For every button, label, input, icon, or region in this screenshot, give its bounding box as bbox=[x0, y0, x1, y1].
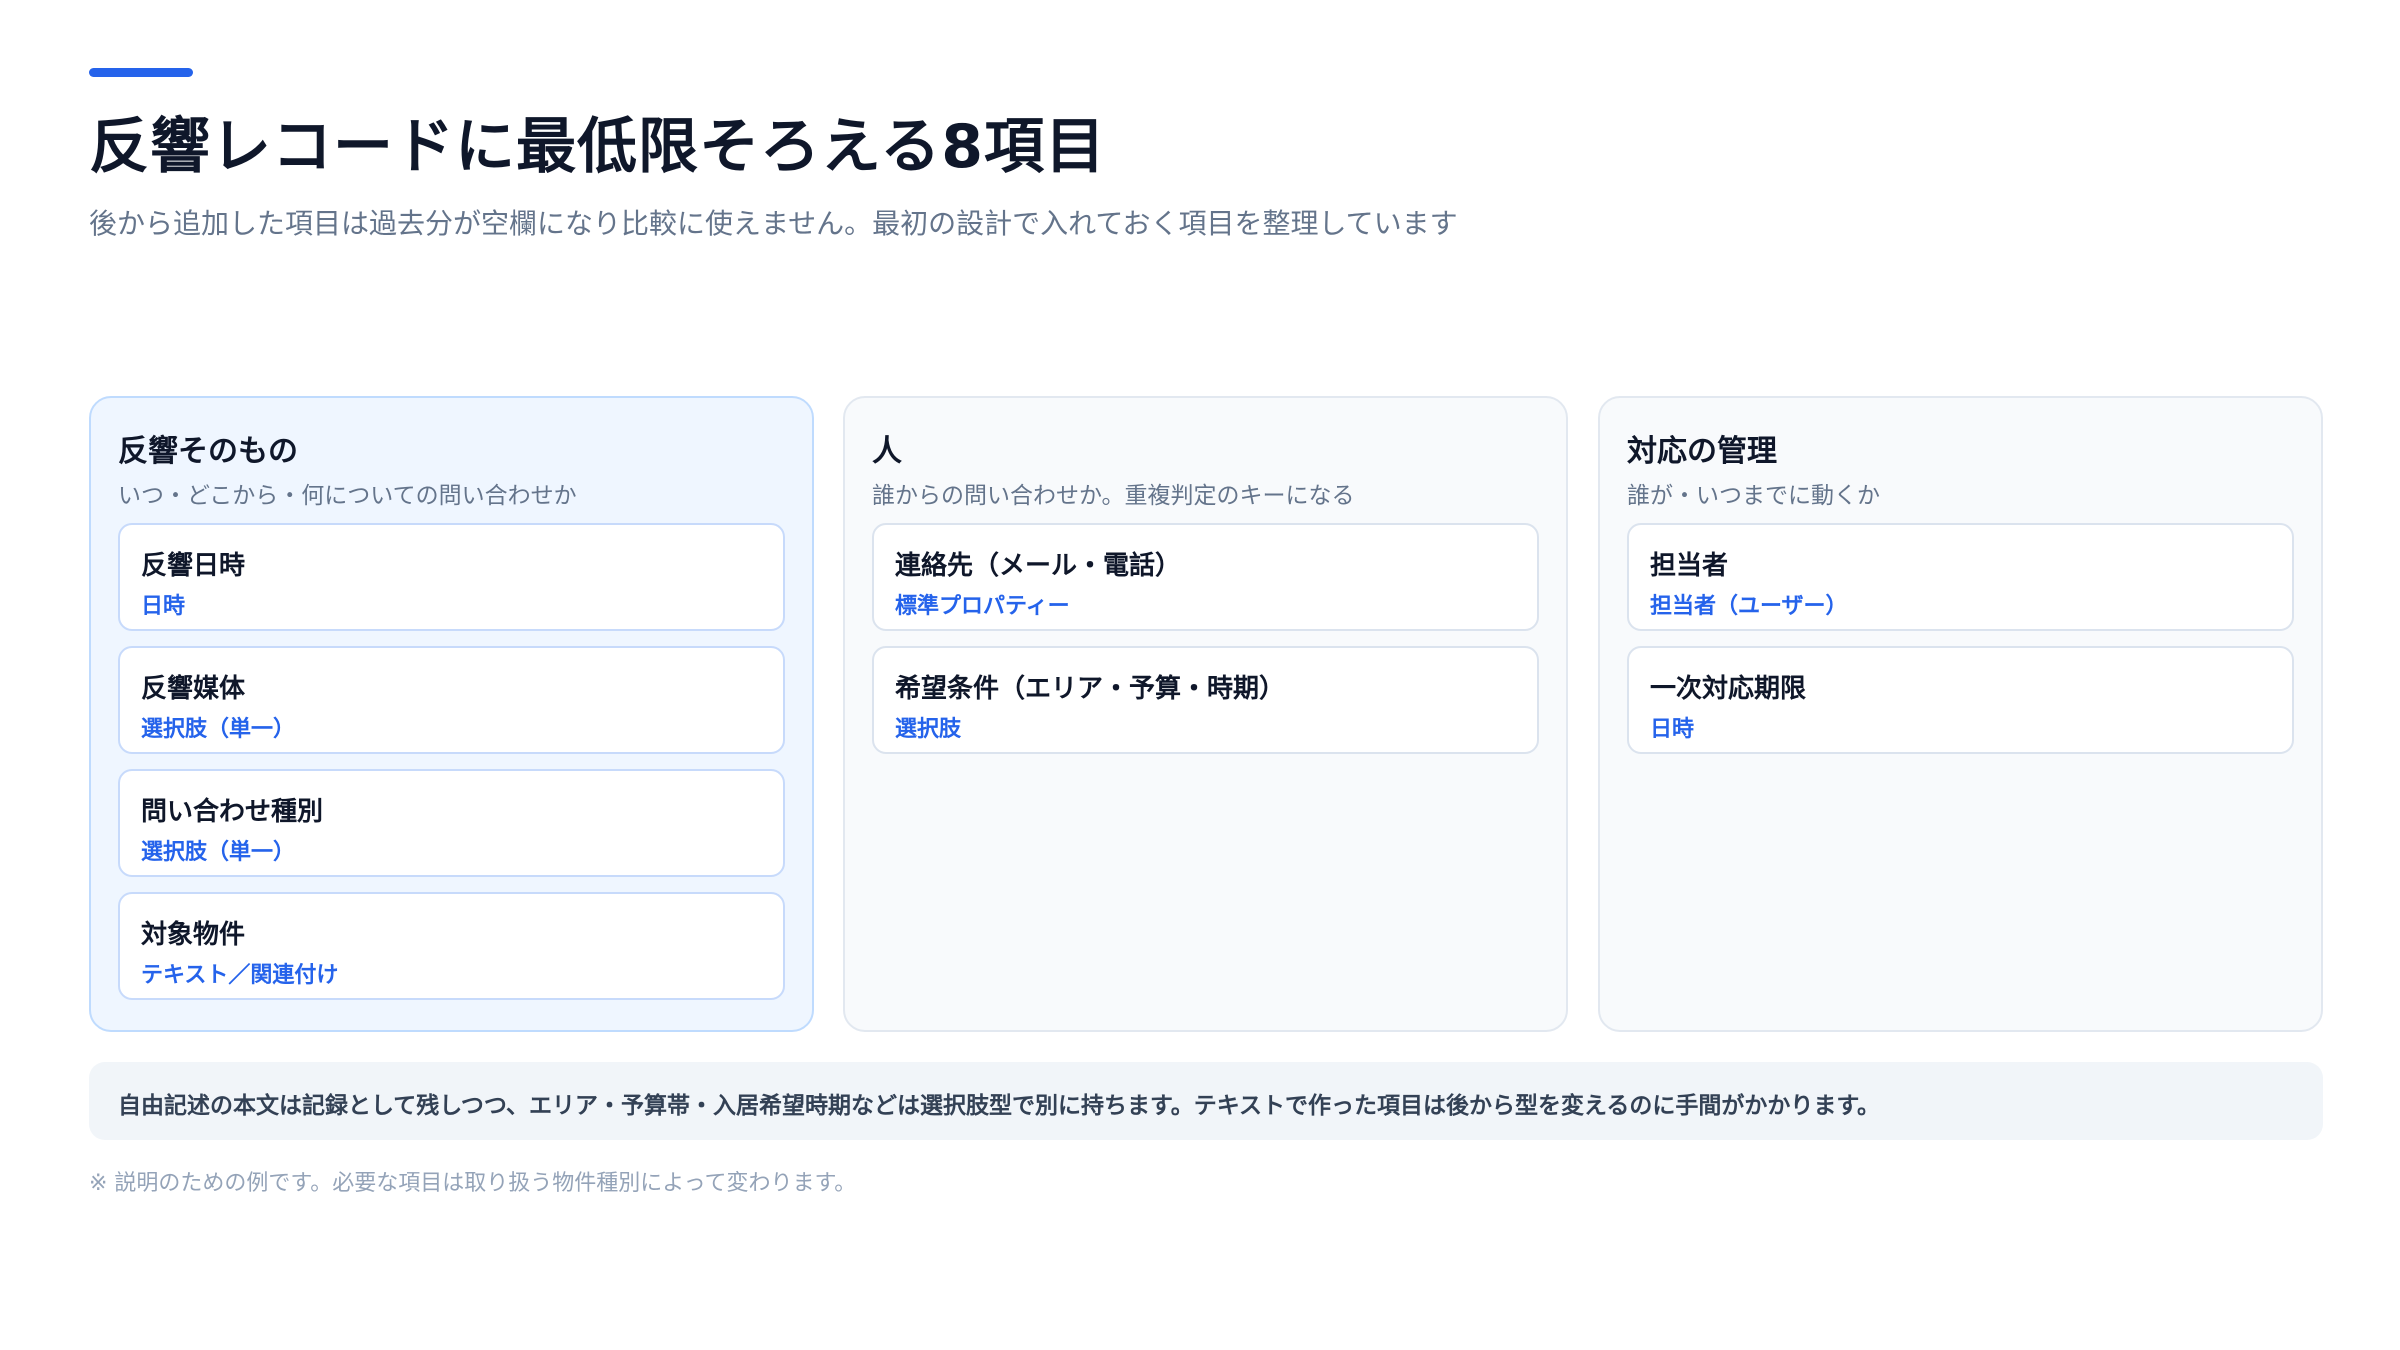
column-card-person: 人 誰からの問い合わせか。重複判定のキーになる 連絡先（メール・電話） 標準プロ… bbox=[843, 396, 1568, 1032]
column-title: 人 bbox=[872, 434, 902, 469]
field-name: 担当者 bbox=[1650, 551, 1729, 581]
field-name: 対象物件 bbox=[141, 920, 246, 950]
field-type: 担当者（ユーザー） bbox=[1650, 594, 1848, 619]
field-item: 一次対応期限 日時 bbox=[1627, 646, 2294, 754]
column-description: いつ・どこから・何についての問い合わせか bbox=[118, 483, 577, 509]
page-title: 反響レコードに最低限そろえる8項目 bbox=[89, 112, 1106, 182]
column-card-response: 反響そのもの いつ・どこから・何についての問い合わせか 反響日時 日時 反響媒体… bbox=[89, 396, 814, 1032]
accent-bar bbox=[89, 68, 193, 77]
field-type: 選択肢（単一） bbox=[141, 717, 296, 742]
column-title: 反響そのもの bbox=[118, 434, 298, 469]
field-type: 選択肢 bbox=[895, 717, 962, 742]
field-name: 一次対応期限 bbox=[1650, 674, 1807, 704]
page-subtitle: 後から追加した項目は過去分が空欄になり比較に使えません。最初の設計で入れておく項… bbox=[89, 207, 1458, 240]
field-name: 連絡先（メール・電話） bbox=[895, 551, 1182, 581]
field-item: 問い合わせ種別 選択肢（単一） bbox=[118, 769, 785, 877]
column-title: 対応の管理 bbox=[1627, 434, 1777, 469]
field-name: 反響媒体 bbox=[141, 674, 246, 704]
field-item: 反響媒体 選択肢（単一） bbox=[118, 646, 785, 754]
field-item: 連絡先（メール・電話） 標準プロパティー bbox=[872, 523, 1539, 631]
field-type: 日時 bbox=[141, 594, 186, 619]
field-type: 選択肢（単一） bbox=[141, 840, 296, 865]
field-type: 標準プロパティー bbox=[895, 594, 1070, 619]
field-type: 日時 bbox=[1650, 717, 1695, 742]
column-description: 誰からの問い合わせか。重複判定のキーになる bbox=[872, 483, 1355, 509]
column-card-handling: 対応の管理 誰が・いつまでに動くか 担当者 担当者（ユーザー） 一次対応期限 日… bbox=[1598, 396, 2323, 1032]
field-item: 担当者 担当者（ユーザー） bbox=[1627, 523, 2294, 631]
column-description: 誰が・いつまでに動くか bbox=[1627, 483, 1880, 509]
note-text: 自由記述の本文は記録として残しつつ、エリア・予算帯・入居希望時期などは選択肢型で… bbox=[118, 1093, 1881, 1119]
field-type: テキスト／関連付け bbox=[141, 963, 339, 988]
note-box: 自由記述の本文は記録として残しつつ、エリア・予算帯・入居希望時期などは選択肢型で… bbox=[89, 1062, 2323, 1140]
field-item: 希望条件（エリア・予算・時期） 選択肢 bbox=[872, 646, 1539, 754]
field-name: 反響日時 bbox=[141, 551, 246, 581]
field-name: 問い合わせ種別 bbox=[141, 797, 324, 827]
field-item: 反響日時 日時 bbox=[118, 523, 785, 631]
footnote: ※ 説明のための例です。必要な項目は取り扱う物件種別によって変わります。 bbox=[89, 1171, 857, 1196]
field-item: 対象物件 テキスト／関連付け bbox=[118, 892, 785, 1000]
field-name: 希望条件（エリア・予算・時期） bbox=[895, 674, 1286, 704]
